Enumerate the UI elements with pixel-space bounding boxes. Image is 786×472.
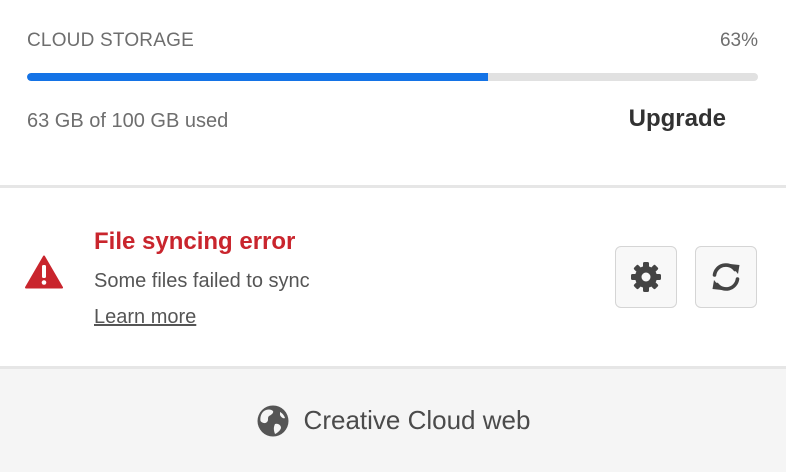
storage-usage-text: 63 GB of 100 GB used [27, 110, 229, 132]
sync-error-section: File syncing error Some files failed to … [0, 188, 786, 366]
sync-icon [712, 263, 740, 291]
retry-sync-button[interactable] [695, 246, 757, 308]
footer-content: Creative Cloud web [256, 404, 531, 438]
sync-settings-button[interactable] [615, 246, 677, 308]
error-description: Some files failed to sync [94, 270, 310, 292]
storage-title: CLOUD STORAGE [27, 30, 194, 51]
storage-percent: 63% [719, 30, 758, 51]
creative-cloud-panel: CLOUD STORAGE 63% 63 GB of 100 GB used U… [0, 0, 786, 472]
creative-cloud-web-link[interactable]: Creative Cloud web [0, 369, 786, 472]
footer-label: Creative Cloud web [303, 405, 531, 435]
upgrade-button[interactable]: Upgrade [629, 105, 726, 133]
globe-icon [257, 405, 289, 436]
storage-progress-bar [27, 73, 758, 81]
warning-triangle-icon [25, 255, 63, 289]
error-title: File syncing error [94, 228, 296, 255]
storage-progress-fill [27, 73, 488, 81]
gear-icon [631, 262, 661, 292]
storage-section: CLOUD STORAGE 63% 63 GB of 100 GB used U… [0, 0, 786, 185]
learn-more-link[interactable]: Learn more [94, 306, 196, 329]
